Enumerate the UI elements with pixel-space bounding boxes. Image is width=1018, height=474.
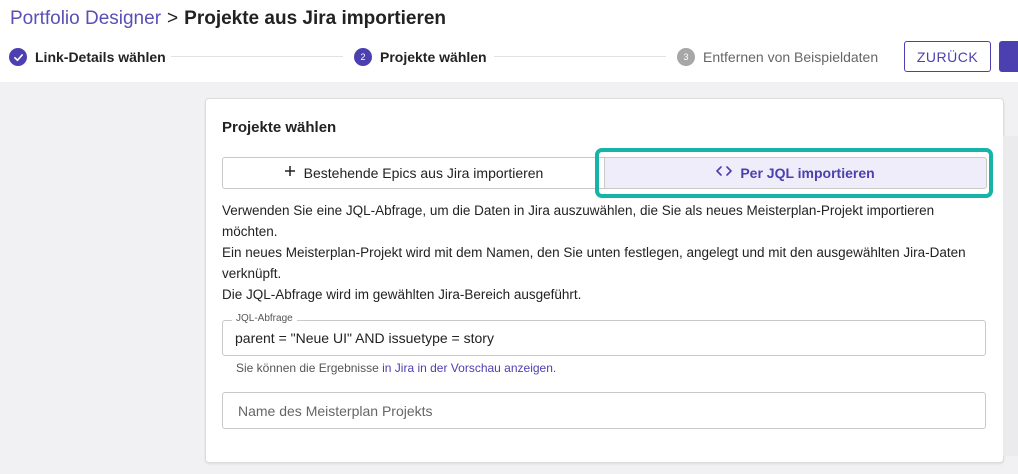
step-number: 2 xyxy=(354,48,372,66)
breadcrumb-separator: > xyxy=(167,8,179,29)
side-panel-edge xyxy=(1003,136,1018,456)
step-connector xyxy=(171,56,343,57)
code-icon xyxy=(716,164,733,182)
import-by-jql-toggle[interactable]: Per JQL importieren xyxy=(604,157,987,189)
step-select-projects: 2 Projekte wählen xyxy=(354,47,487,67)
project-name-field[interactable] xyxy=(222,392,986,429)
page-header: Portfolio Designer > Projekte aus Jira imp… xyxy=(0,0,1018,82)
next-button[interactable] xyxy=(999,41,1018,72)
jql-helper-text: Sie können die Ergebnisse in Jira in der… xyxy=(236,361,556,375)
step-connector xyxy=(494,56,666,57)
back-button[interactable]: ZURÜCK xyxy=(904,41,991,72)
step-link-details: Link-Details wählen xyxy=(9,47,166,67)
description-line: Die JQL-Abfrage wird im gewählten Jira-B… xyxy=(222,287,582,302)
project-name-input[interactable] xyxy=(236,401,970,420)
toggle-label: Per JQL importieren xyxy=(740,165,875,181)
main-content: Projekte wählen Bestehende Epics aus Jir… xyxy=(0,82,1018,474)
step-number: 3 xyxy=(677,48,695,66)
select-projects-card: Projekte wählen Bestehende Epics aus Jir… xyxy=(205,98,1004,463)
breadcrumb-portfolio-designer-link[interactable]: Portfolio Designer xyxy=(10,8,161,29)
jql-query-field[interactable]: JQL-Abfrage parent = "Neue UI" AND issue… xyxy=(222,313,986,356)
step-label: Entfernen von Beispieldaten xyxy=(703,49,879,65)
card-title: Projekte wählen xyxy=(222,119,337,136)
toggle-label: Bestehende Epics aus Jira importieren xyxy=(303,165,544,181)
import-existing-epics-toggle[interactable]: Bestehende Epics aus Jira importieren xyxy=(222,157,605,189)
step-label: Link-Details wählen xyxy=(35,49,166,65)
preview-in-jira-link[interactable]: in Jira in der Vorschau anzeigen xyxy=(382,361,553,375)
helper-suffix: . xyxy=(552,361,557,375)
check-icon xyxy=(9,48,27,66)
jql-query-label: JQL-Abfrage xyxy=(232,313,297,324)
description-line: Ein neues Meisterplan-Projekt wird mit d… xyxy=(222,245,966,281)
description-line: Verwenden Sie eine JQL-Abfrage, um die D… xyxy=(222,203,935,239)
helper-prefix: Sie können die Ergebnisse xyxy=(236,361,383,375)
plus-icon xyxy=(284,164,296,182)
description: Verwenden Sie eine JQL-Abfrage, um die D… xyxy=(222,200,986,305)
breadcrumb: Portfolio Designer > Projekte aus Jira imp… xyxy=(10,7,446,31)
step-label: Projekte wählen xyxy=(380,49,487,65)
page-title: Projekte aus Jira importieren xyxy=(184,8,447,29)
jql-query-value[interactable]: parent = "Neue UI" AND issuetype = story xyxy=(235,330,494,346)
step-remove-sample-data: 3 Entfernen von Beispieldaten xyxy=(677,47,878,67)
